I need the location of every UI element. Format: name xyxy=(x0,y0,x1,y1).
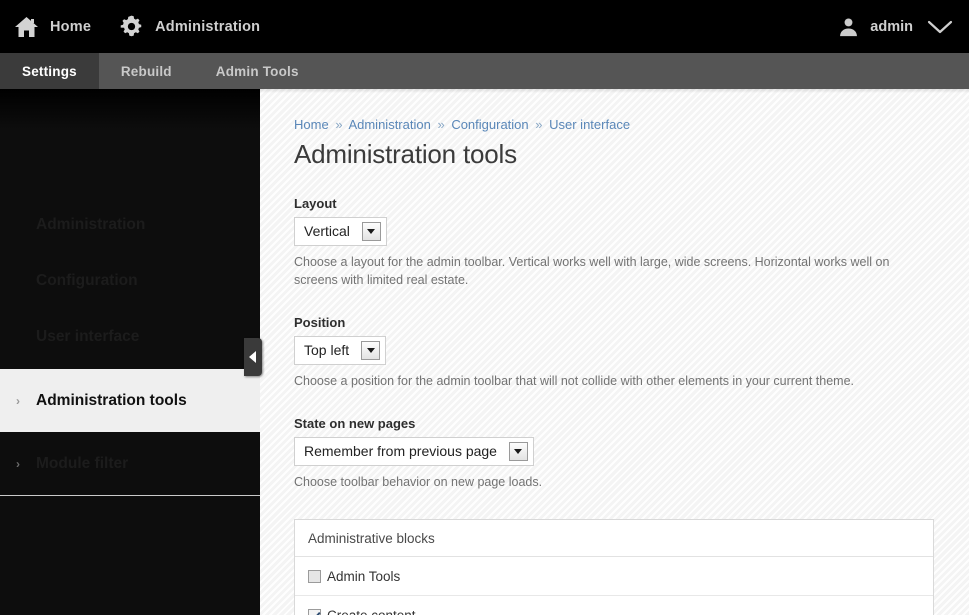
admin-tools-label: Admin Tools xyxy=(327,568,401,584)
layout-label: Layout xyxy=(294,195,337,211)
sidebar-item-administration[interactable]: Administration xyxy=(0,203,260,247)
breadcrumb-separator: » xyxy=(535,117,543,132)
admin-tools-checkbox[interactable] xyxy=(308,569,321,583)
table-header-label: Administrative blocks xyxy=(308,530,435,546)
breadcrumb-item-administration[interactable]: Administration xyxy=(348,117,430,132)
state-description: Choose toolbar behavior on new page load… xyxy=(294,474,543,489)
chevron-down-icon[interactable] xyxy=(361,221,381,241)
sidebar-top-gradient xyxy=(0,89,260,129)
table-row[interactable]: Admin Tools xyxy=(295,557,933,597)
position-description: Choose a position for the admin toolbar … xyxy=(294,373,855,388)
chevron-right-icon: › xyxy=(16,456,20,471)
sidebar-item-administration-tools-label: Administration tools xyxy=(36,391,187,409)
admin-sidebar: Administration Configuration User interf… xyxy=(0,89,260,615)
tab-admin-tools-label: Admin Tools xyxy=(215,63,299,79)
main-content: Home » Administration » Configuration » … xyxy=(260,89,969,615)
breadcrumb-item-home[interactable]: Home xyxy=(294,117,329,132)
sidebar-item-administration-label: Administration xyxy=(36,216,146,233)
user-icon xyxy=(837,16,860,38)
collapse-sidebar-handle[interactable] xyxy=(244,338,262,376)
tab-rebuild-label: Rebuild xyxy=(120,63,172,79)
field-state-on-new-pages: State on new pages Remember from previou… xyxy=(294,416,935,491)
field-layout: Layout Vertical Choose a layout for the … xyxy=(294,196,935,289)
breadcrumb-item-user-interface[interactable]: User interface xyxy=(549,117,630,132)
breadcrumb-separator: » xyxy=(335,117,343,132)
state-label: State on new pages xyxy=(294,415,416,431)
sidebar-item-configuration[interactable]: Configuration xyxy=(0,259,260,303)
topbar-user-label: admin xyxy=(870,18,913,35)
layout-select-value: Vertical xyxy=(304,223,350,240)
position-label: Position xyxy=(294,314,346,330)
gear-icon xyxy=(119,14,144,39)
tab-admin-tools[interactable]: Admin Tools xyxy=(194,53,321,89)
position-select-value: Top left xyxy=(304,342,350,359)
topbar-administration-label: Administration xyxy=(155,18,261,35)
state-select-value: Remember from previous page xyxy=(304,443,497,460)
table-row[interactable]: Create content xyxy=(295,596,933,615)
sidebar-item-configuration-label: Configuration xyxy=(36,272,138,289)
sidebar-item-administration-tools[interactable]: › Administration tools xyxy=(0,369,260,432)
topbar-home-label: Home xyxy=(50,18,92,35)
page-title: Administration tools xyxy=(294,138,517,169)
breadcrumb: Home » Administration » Configuration » … xyxy=(294,89,935,133)
state-select[interactable]: Remember from previous page xyxy=(294,436,534,466)
topbar-administration-link[interactable]: Administration xyxy=(105,0,274,53)
layout-description: Choose a layout for the admin toolbar. V… xyxy=(294,254,890,287)
create-content-checkbox[interactable] xyxy=(308,608,321,615)
administrative-blocks-table: Administrative blocks Admin Tools Create… xyxy=(294,519,934,615)
tab-settings-label: Settings xyxy=(22,63,77,79)
breadcrumb-item-configuration[interactable]: Configuration xyxy=(451,117,528,132)
topbar-user-area: admin xyxy=(827,0,969,53)
chevron-down-icon[interactable] xyxy=(361,340,381,360)
triangle-left-icon xyxy=(248,351,256,363)
layout-select[interactable]: Vertical xyxy=(294,216,387,246)
chevron-down-icon[interactable] xyxy=(508,441,528,461)
breadcrumb-separator: » xyxy=(437,117,445,132)
sidebar-item-module-filter-label: Module filter xyxy=(36,454,129,472)
topbar-home-link[interactable]: Home xyxy=(0,0,105,53)
field-position: Position Top left Choose a position for … xyxy=(294,315,935,390)
top-black-bar: Home Administration admin xyxy=(0,0,969,53)
sidebar-item-module-filter[interactable]: › Module filter xyxy=(0,432,260,495)
chevron-right-icon: › xyxy=(16,393,20,408)
sidebar-item-user-interface-label: User interface xyxy=(36,328,140,345)
table-header: Administrative blocks xyxy=(295,520,933,558)
position-select[interactable]: Top left xyxy=(294,335,387,365)
chevron-down-icon[interactable] xyxy=(923,0,957,53)
primary-tab-bar: Settings Rebuild Admin Tools xyxy=(0,53,969,89)
tab-settings[interactable]: Settings xyxy=(0,53,99,89)
create-content-label: Create content xyxy=(327,608,416,615)
sidebar-item-user-interface[interactable]: User interface xyxy=(0,315,260,359)
topbar-user-link[interactable]: admin xyxy=(827,0,923,53)
tab-rebuild[interactable]: Rebuild xyxy=(99,53,194,89)
sidebar-divider xyxy=(0,495,260,496)
home-icon xyxy=(14,16,39,38)
